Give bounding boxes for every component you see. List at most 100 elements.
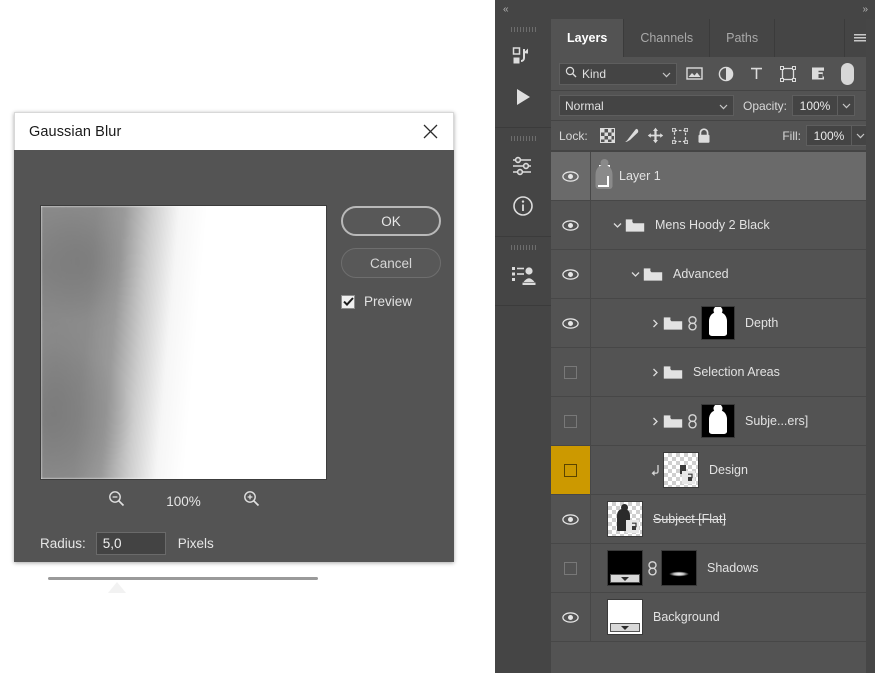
preview-bitmap [41,206,326,479]
lock-position-icon[interactable] [644,124,668,148]
preview-checkbox-row[interactable]: Preview [341,294,441,309]
tab-channels[interactable]: Channels [624,19,711,57]
tab-layers[interactable]: Layers [551,19,625,57]
zoom-out-icon[interactable] [108,490,125,512]
layer-row[interactable]: Layer 1 [551,152,875,201]
layer-visibility-toggle[interactable] [551,446,591,494]
zoom-in-icon[interactable] [243,490,260,512]
layer-visibility-toggle[interactable] [551,348,591,396]
layer-name[interactable]: Depth [745,316,778,330]
layer-row[interactable]: Subject [Flat] [551,495,875,544]
close-icon[interactable] [415,118,445,146]
lock-artboard-nesting-icon[interactable] [668,124,692,148]
opacity-field[interactable]: 100% [792,95,856,116]
layer-mask-thumbnail[interactable] [701,404,735,438]
filter-kind-select[interactable]: Kind [559,62,677,85]
layer-name[interactable]: Subje...ers] [745,414,808,428]
chevron-right-icon[interactable] [647,299,663,347]
chevron-down-icon[interactable] [837,96,854,115]
chevron-right-icon[interactable] [647,397,663,445]
layer-visibility-toggle[interactable] [551,544,591,592]
type-layer-filter-icon[interactable] [743,62,770,86]
layer-mask-thumbnail[interactable] [701,306,735,340]
link-icon[interactable] [683,315,701,331]
lock-all-icon[interactable] [692,124,716,148]
folder-icon [663,316,683,331]
layer-name[interactable]: Mens Hoody 2 Black [655,218,770,232]
chevron-down-icon[interactable] [609,201,625,249]
layer-mask-thumbnail[interactable] [661,550,697,586]
fill-field[interactable]: 100% [806,125,869,146]
slider-thumb[interactable] [108,582,126,593]
info-icon[interactable] [495,186,551,226]
shape-layer-filter-icon[interactable] [774,62,801,86]
layer-visibility-toggle[interactable] [551,201,591,249]
double-chevron-right-icon[interactable]: » [862,4,867,15]
layer-row[interactable]: Mens Hoody 2 Black [551,201,875,250]
layer-row[interactable]: Subje...ers] [551,397,875,446]
layer-row[interactable]: Background [551,593,875,642]
pixel-layer-filter-icon[interactable] [681,62,708,86]
dialog-titlebar: Gaussian Blur [14,112,454,150]
layer-thumbnail[interactable] [595,164,613,189]
rail-grip[interactable] [495,25,551,33]
fill-value: 100% [813,128,845,143]
filter-enable-toggle[interactable] [838,61,856,87]
double-chevron-left-icon[interactable]: « [503,4,508,15]
layer-row[interactable]: Design [551,446,875,495]
layer-visibility-toggle[interactable] [551,152,591,200]
rail-grip[interactable] [495,243,551,251]
smart-object-filter-icon[interactable] [805,62,832,86]
radius-input[interactable] [95,532,166,555]
layer-thumbnail[interactable] [607,550,643,586]
libraries-icon[interactable] [495,255,551,295]
layer-list[interactable]: Layer 1 Mens Hoody 2 Black Advanced Dept… [551,151,875,651]
hidden-visibility-box [564,561,577,575]
link-icon[interactable] [683,413,701,429]
lock-image-pixels-icon[interactable] [620,124,644,148]
ok-button[interactable]: OK [341,206,441,236]
tab-paths[interactable]: Paths [710,19,776,57]
layer-name[interactable]: Background [653,610,720,624]
layer-name[interactable]: Design [709,463,748,477]
layer-row[interactable]: Shadows [551,544,875,593]
layer-row[interactable]: Selection Areas [551,348,875,397]
chevron-down-icon[interactable] [627,250,643,298]
layer-name[interactable]: Advanced [673,267,729,281]
cancel-button[interactable]: Cancel [341,248,441,278]
blend-mode-select[interactable]: Normal [559,95,734,116]
link-icon[interactable] [643,560,661,576]
lock-transparent-pixels-icon[interactable] [596,124,620,148]
layer-row[interactable]: Advanced [551,250,875,299]
rail-grip[interactable] [495,134,551,142]
preview-checkbox[interactable] [341,294,355,309]
layer-name[interactable]: Shadows [707,561,758,575]
layer-name[interactable]: Layer 1 [619,169,661,183]
photoshop-panel-dock: « » Layers Channels Paths Kind Normal Op… [495,0,875,673]
layer-row[interactable]: Depth [551,299,875,348]
layer-name[interactable]: Selection Areas [693,365,780,379]
adjustments-icon[interactable] [495,146,551,186]
history-icon[interactable] [495,37,551,77]
collapsed-panel-rail [495,19,551,673]
layer-visibility-toggle[interactable] [551,299,591,347]
layer-thumbnail[interactable] [607,599,643,635]
blur-preview-image[interactable] [40,205,327,480]
layer-visibility-toggle[interactable] [551,495,591,543]
layer-thumbnail[interactable] [663,452,699,488]
layer-visibility-toggle[interactable] [551,397,591,445]
layer-thumbnail[interactable] [607,501,643,537]
chevron-right-icon[interactable] [647,348,663,396]
dialog-button-group: OK Cancel Preview [341,206,441,309]
layer-visibility-toggle[interactable] [551,593,591,641]
layer-row-content: Background [591,593,875,641]
layer-name[interactable]: Subject [Flat] [653,512,726,526]
radius-slider[interactable] [48,574,318,596]
chevron-down-icon [662,67,671,81]
play-icon[interactable] [495,77,551,117]
radius-units-label: Pixels [177,536,214,551]
opacity-label: Opacity: [743,98,788,113]
layer-visibility-toggle[interactable] [551,250,591,298]
adjustment-layer-filter-icon[interactable] [712,62,739,86]
layer-row-content: Layer 1 [591,152,875,200]
